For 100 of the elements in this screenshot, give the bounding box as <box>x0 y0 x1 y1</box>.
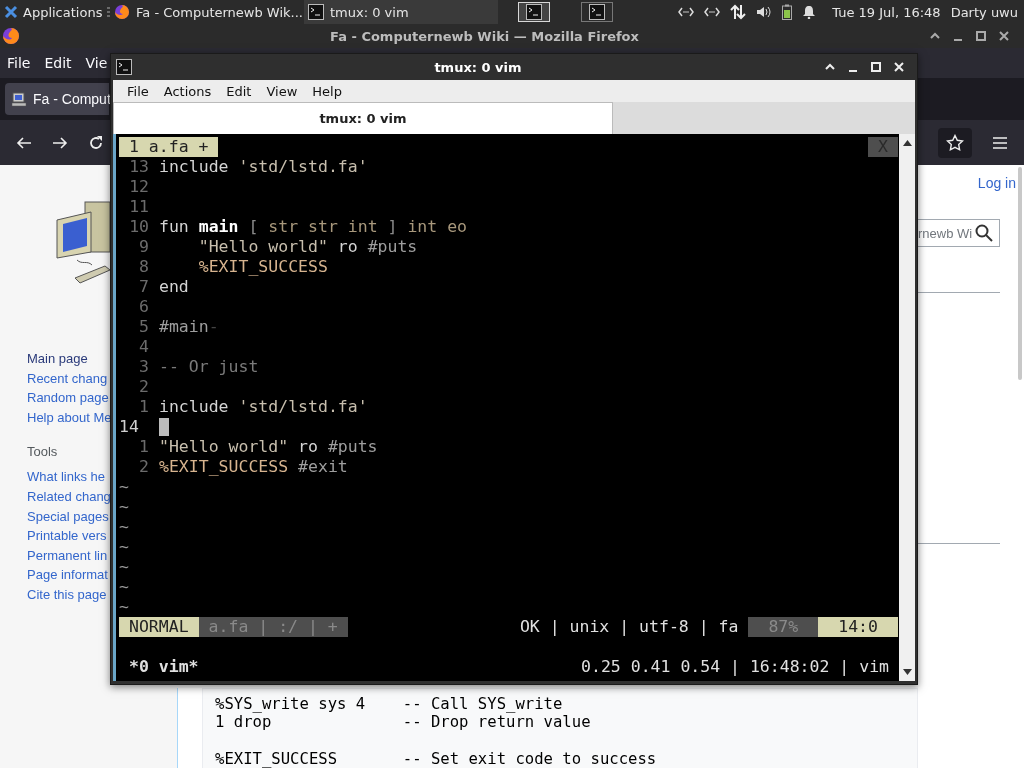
line-number: 7 <box>138 277 149 297</box>
file-segment: a.fa | :/ | + <box>198 617 348 637</box>
computer-icon <box>11 91 27 107</box>
window-label[interactable]: *0 vim* <box>129 657 199 677</box>
search-icon[interactable] <box>975 224 993 242</box>
terminal-tab[interactable]: tmux: 0 vim <box>113 102 613 134</box>
menu-item[interactable]: File <box>127 83 149 99</box>
applications-label[interactable]: Applications <box>23 4 103 20</box>
scrollbar[interactable] <box>899 134 915 681</box>
code-line: %EXIT_SUCCESS <box>197 257 328 277</box>
line-number: 11 <box>128 197 149 217</box>
back-arrow-icon[interactable] <box>16 134 32 151</box>
line-number: 12 <box>128 177 149 197</box>
browser-logo-icon <box>114 4 130 20</box>
code-line: %SYS_write sys 4 -- Call SYS_write <box>215 694 564 714</box>
file-info: OK | unix | utf-8 | fa <box>518 617 740 637</box>
sidebar-link[interactable]: What links he <box>27 467 110 487</box>
up-arrow-icon[interactable] <box>902 140 912 146</box>
menu-item[interactable]: Actions <box>163 83 212 99</box>
terminal-icon <box>116 59 132 75</box>
buffer-tab[interactable]: 1 a.fa + <box>119 137 219 157</box>
line-number: 10 <box>128 217 149 237</box>
menu-item[interactable]: Help <box>312 83 342 99</box>
line-number: 4 <box>138 337 149 357</box>
empty-line-marker: ~ <box>119 557 129 577</box>
browser-logo-icon <box>2 27 20 45</box>
window-title: tmux: 0 vim <box>433 59 523 75</box>
sidebar-link[interactable]: Recent chang <box>27 368 110 389</box>
code-line: #main- <box>159 317 219 337</box>
down-arrow-icon[interactable] <box>902 669 912 675</box>
line-number: 8 <box>138 257 149 277</box>
line-number: 14 <box>119 417 140 437</box>
terminal-icon <box>589 4 605 20</box>
close-icon[interactable] <box>998 30 1010 42</box>
line-number: 5 <box>138 317 149 337</box>
empty-line-marker: ~ <box>119 517 129 537</box>
forward-arrow-icon[interactable] <box>52 134 68 151</box>
menu-item[interactable]: Edit <box>44 55 72 71</box>
sidebar-link[interactable]: Permanent lin <box>27 545 110 566</box>
browser-tab[interactable]: Fa - Comput <box>5 83 109 115</box>
clock[interactable]: Tue 19 Jul, 16:48 <box>832 4 941 20</box>
menu-item[interactable]: Vie <box>85 55 108 71</box>
scroll-percent: 87% <box>748 617 819 637</box>
code-line: "Hello world" ro #puts <box>197 237 418 257</box>
volume-icon[interactable] <box>756 5 773 19</box>
bell-icon[interactable] <box>802 5 817 19</box>
code-line: "Hello world" ro #puts <box>159 437 378 457</box>
code-line: 1 drop -- Drop return value <box>215 713 592 732</box>
menu-item[interactable]: Edit <box>226 83 252 99</box>
empty-line-marker: ~ <box>119 577 129 597</box>
reload-icon[interactable] <box>88 134 104 151</box>
window-title: Fa - Computernewb Wiki — Mozilla Firefox <box>329 28 640 44</box>
sidebar-link[interactable]: Page informat <box>27 565 110 585</box>
sidebar-link[interactable]: Related chang <box>27 486 110 507</box>
menu-item[interactable]: View <box>266 83 298 99</box>
code-line: end <box>159 277 189 297</box>
line-number: 6 <box>138 297 149 317</box>
scrollbar-thumb[interactable] <box>1018 167 1022 380</box>
x-logo-icon <box>4 5 18 19</box>
line-number: 1 <box>138 397 149 417</box>
taskbar-button[interactable]: tmux: 0 vim <box>304 0 498 24</box>
login-link[interactable]: Log in <box>977 175 1016 191</box>
network-icon[interactable] <box>678 5 695 19</box>
code-line: %EXIT_SUCCESS #exit <box>159 457 348 477</box>
search-field[interactable]: rnewb Wi <box>918 219 1000 247</box>
code-line: %EXIT_SUCCESS -- Set exit code to success <box>215 749 658 768</box>
line-number: 1 <box>138 437 149 457</box>
menu-item[interactable]: File <box>7 55 31 71</box>
cursor-position: 14:0 <box>818 617 898 637</box>
empty-line-marker: ~ <box>119 537 129 557</box>
terminal-icon <box>526 4 542 20</box>
code-line: include 'std/lstd.fa' <box>159 397 368 417</box>
terminal-icon <box>308 4 324 20</box>
network-icon[interactable] <box>704 5 721 19</box>
sidebar-link[interactable]: Special pages <box>27 506 110 527</box>
line-number: 13 <box>128 157 149 177</box>
maximize-icon[interactable] <box>975 30 987 42</box>
line-number: 2 <box>138 457 149 477</box>
bookmark-button[interactable] <box>938 127 972 158</box>
sidebar-link[interactable]: Main page <box>27 349 110 369</box>
sidebar-heading: Tools <box>27 443 59 462</box>
star-icon <box>946 133 964 152</box>
battery-icon[interactable] <box>782 4 793 20</box>
system-status: 0.25 0.41 0.54 | 16:48:02 | vim <box>581 657 889 677</box>
code-line: -- Or just <box>159 357 259 377</box>
workspace-button[interactable] <box>581 2 613 22</box>
mode-indicator: NORMAL <box>119 617 199 637</box>
applications-menu[interactable]: Applications <box>0 4 110 20</box>
user-name[interactable]: Darty uwu <box>950 4 1018 20</box>
menu-icon[interactable] <box>992 135 1008 150</box>
code-line: include 'std/lstd.fa' <box>159 157 368 177</box>
sidebar-link[interactable]: Cite this page <box>27 584 110 605</box>
empty-line-marker: ~ <box>119 497 129 517</box>
empty-line-marker: ~ <box>119 477 129 497</box>
empty-line-marker: ~ <box>119 597 129 617</box>
sidebar-link[interactable]: Random page <box>27 388 110 408</box>
line-number: 9 <box>138 237 149 257</box>
transfer-arrows-icon[interactable] <box>730 4 747 20</box>
code-line: fun main [ str str int ] int eo <box>159 217 467 237</box>
sidebar-link[interactable]: Printable vers <box>27 526 110 546</box>
